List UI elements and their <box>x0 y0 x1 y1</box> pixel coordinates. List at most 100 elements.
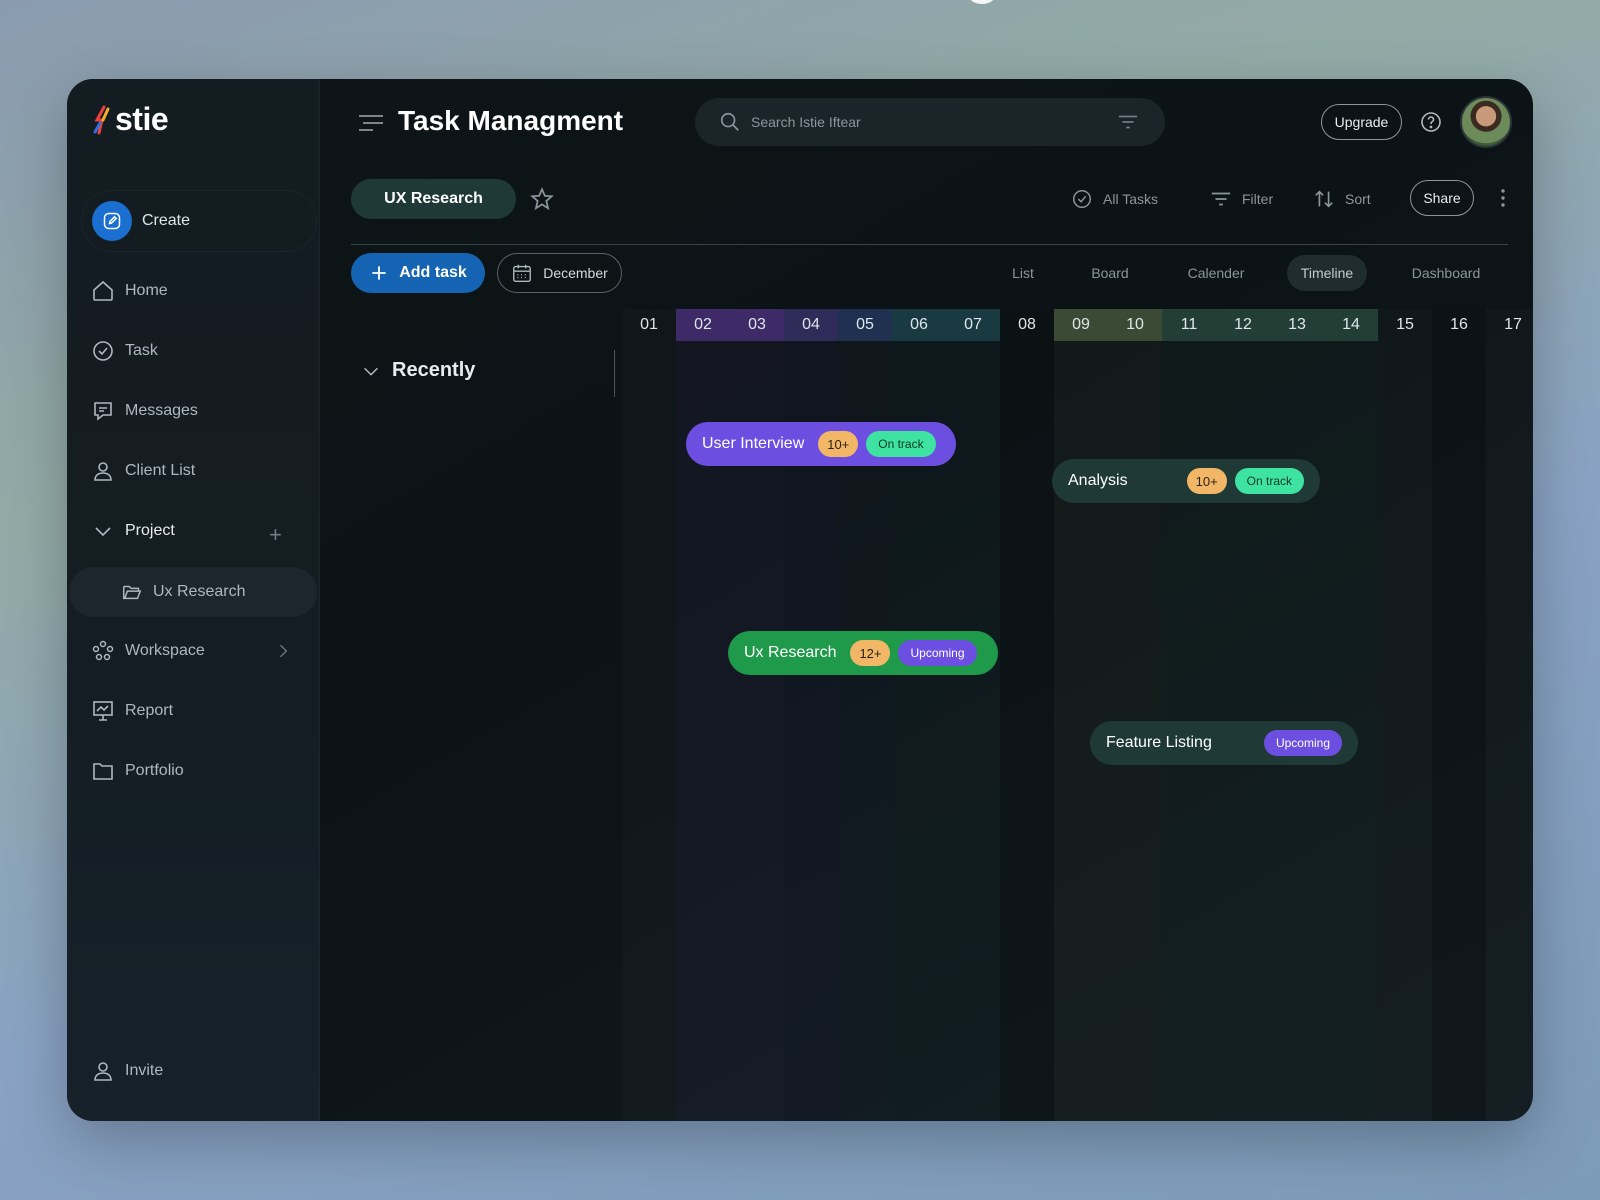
tab-label: List <box>1012 265 1034 281</box>
timeline-column: 13 <box>1270 309 1324 1121</box>
sidebar-item-messages[interactable]: Messages <box>91 396 198 426</box>
day-label: 12 <box>1216 309 1270 341</box>
all-tasks-label: All Tasks <box>1103 191 1158 207</box>
tab-label: Dashboard <box>1411 265 1481 281</box>
tab-calender[interactable]: Calender <box>1171 255 1261 291</box>
plus-icon <box>372 266 386 280</box>
all-tasks-button[interactable]: All Tasks <box>1071 186 1158 212</box>
task-bar-ux-research[interactable]: Ux Research 12+ Upcoming <box>728 631 998 675</box>
task-count-badge: 10+ <box>818 431 859 457</box>
status-badge: Upcoming <box>1263 730 1342 756</box>
group-label: Recently <box>392 359 476 381</box>
check-circle-icon <box>93 341 113 361</box>
timeline-column: 08 <box>1000 309 1054 1121</box>
chevron-down-icon <box>364 367 378 376</box>
sidebar-item-label: Workspace <box>125 642 205 659</box>
tab-label: Board <box>1091 265 1129 281</box>
search-input[interactable]: Search Istie Iftear <box>695 98 1165 146</box>
sidebar-item-label: Client List <box>125 462 196 479</box>
sidebar-item-portfolio[interactable]: Portfolio <box>91 756 184 786</box>
sidebar-item-label: Project <box>125 522 175 539</box>
share-button[interactable]: Share <box>1410 180 1474 216</box>
upgrade-button[interactable]: Upgrade <box>1321 104 1402 140</box>
tab-ux-research[interactable]: UX Research <box>351 179 516 219</box>
timeline-column: 07 <box>946 309 1000 1121</box>
sidebar-item-workspace[interactable]: Workspace <box>91 636 205 666</box>
workspace-icon <box>92 640 114 661</box>
tab-list[interactable]: List <box>993 255 1053 291</box>
tab-dashboard[interactable]: Dashboard <box>1396 255 1496 291</box>
task-name: Ux Research <box>744 644 837 661</box>
timeline-column: 01 <box>622 309 676 1121</box>
message-icon <box>94 402 112 421</box>
day-label: 10 <box>1108 309 1162 341</box>
logo-text: stie <box>115 101 169 137</box>
logo[interactable]: stie <box>91 101 169 138</box>
add-task-button[interactable]: Add task <box>351 253 485 293</box>
month-picker[interactable]: December <box>497 253 622 293</box>
sort-label: Sort <box>1345 191 1371 207</box>
task-count-badge: 12+ <box>850 640 891 666</box>
timeline-grid: 01 02 03 04 05 06 07 08 09 10 11 12 13 14 15 16 17 User I… <box>622 309 1533 1121</box>
timeline-column: 11 <box>1162 309 1216 1121</box>
filter-label: Filter <box>1242 191 1274 207</box>
group-recently[interactable]: Recently <box>360 359 475 382</box>
sidebar-item-ux-research[interactable]: Ux Research <box>69 567 317 617</box>
day-label: 17 <box>1504 316 1522 333</box>
task-count-badge: 10+ <box>1186 468 1227 494</box>
sidebar-item-task[interactable]: Task <box>91 336 158 366</box>
task-name: User Interview <box>702 435 805 452</box>
sidebar-item-label: Home <box>125 282 168 299</box>
day-label: 16 <box>1450 316 1468 333</box>
user-icon <box>94 1062 112 1081</box>
add-task-label: Add task <box>399 264 467 281</box>
chevron-down-icon <box>95 527 111 537</box>
month-label: December <box>543 265 608 281</box>
star-icon[interactable] <box>529 186 555 212</box>
create-button[interactable]: Create <box>81 190 317 252</box>
timeline-column: 10 <box>1108 309 1162 1121</box>
folder-icon <box>93 763 113 780</box>
timeline-column: 12 <box>1216 309 1270 1121</box>
home-icon <box>93 280 113 301</box>
sidebar-item-home[interactable]: Home <box>91 276 168 306</box>
folder-open-icon <box>123 585 142 600</box>
toolbar-divider <box>351 244 1508 245</box>
task-bar-feature-listing[interactable]: Feature Listing Upcoming <box>1090 721 1358 765</box>
user-icon <box>94 462 112 481</box>
day-label: 15 <box>1396 316 1414 333</box>
chevron-right-icon[interactable] <box>273 641 293 661</box>
tab-timeline[interactable]: Timeline <box>1287 255 1367 291</box>
sidebar-item-report[interactable]: Report <box>91 696 173 726</box>
search-icon <box>720 112 739 131</box>
sidebar-item-label: Portfolio <box>125 762 184 779</box>
sidebar-item-label: Report <box>125 702 174 719</box>
calendar-icon <box>513 264 532 282</box>
page-title: Task Managment <box>398 105 624 136</box>
more-vertical-icon[interactable] <box>1491 186 1515 210</box>
invite-button[interactable]: Invite <box>91 1056 163 1086</box>
avatar[interactable] <box>1460 96 1512 148</box>
tab-label: Timeline <box>1300 265 1354 281</box>
filter-icon[interactable] <box>1117 112 1139 132</box>
group-divider <box>614 350 615 397</box>
day-label: 14 <box>1324 309 1378 341</box>
day-label: 07 <box>946 309 1000 341</box>
sort-button[interactable]: Sort <box>1313 186 1371 212</box>
timeline-column: 16 <box>1432 309 1486 1121</box>
sidebar-item-label: Ux Research <box>153 583 246 600</box>
day-label: 05 <box>838 309 892 341</box>
status-badge: On track <box>866 431 936 457</box>
filter-button[interactable]: Filter <box>1210 186 1273 212</box>
menu-icon[interactable] <box>358 113 384 133</box>
sidebar-item-client-list[interactable]: Client List <box>91 456 195 486</box>
sidebar-item-label: Messages <box>125 402 198 419</box>
task-bar-user-interview[interactable]: User Interview 10+ On track <box>686 422 956 466</box>
logo-mark-icon <box>93 105 110 134</box>
help-icon[interactable] <box>1419 110 1443 134</box>
tab-board[interactable]: Board <box>1075 255 1145 291</box>
sidebar-item-project[interactable]: Project <box>91 516 175 546</box>
day-label: 06 <box>892 309 946 341</box>
task-bar-analysis[interactable]: Analysis 10+ On track <box>1052 459 1320 503</box>
add-project-icon[interactable]: + <box>269 522 282 548</box>
